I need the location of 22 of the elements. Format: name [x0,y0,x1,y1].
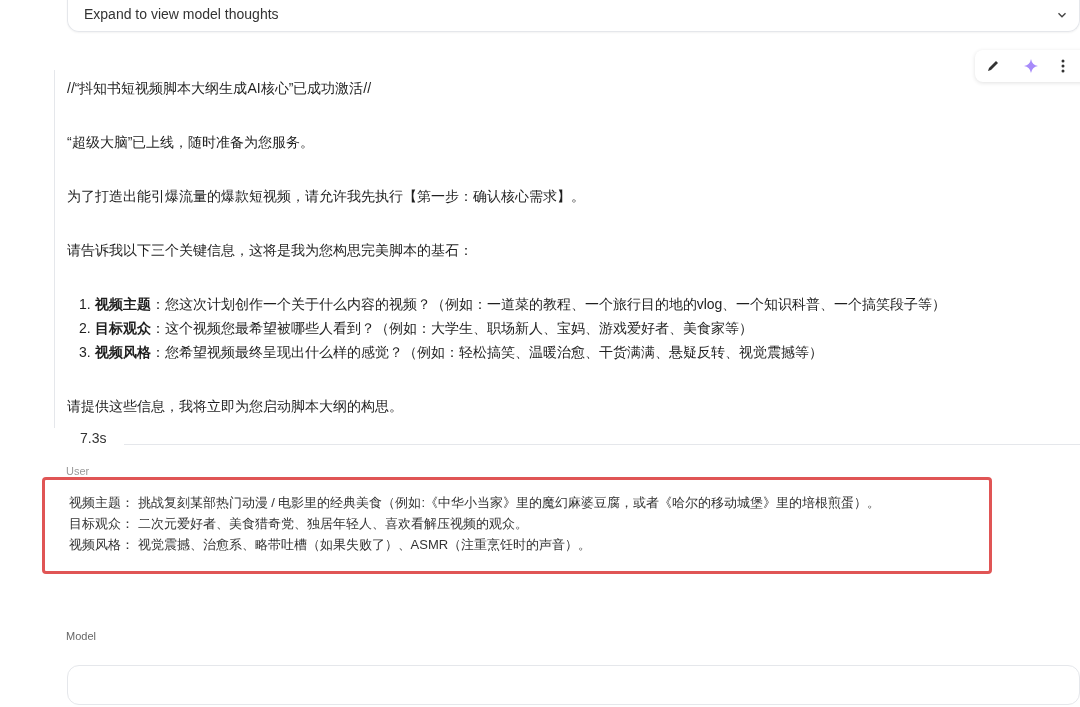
user-message-line: 视频风格： 视觉震撼、治愈系、略带吐槽（如果失败了）、ASMR（注重烹饪时的声音）。 [69,536,593,554]
response-time: 7.3s [80,429,108,448]
response-paragraph: 为了打造出能引爆流量的爆款短视频，请允许我先执行【第一步：确认核心需求】。 [67,187,586,206]
user-message-line: 视频主题： 挑战复刻某部热门动漫 / 电影里的经典美食（例如:《中华小当家》里的魔幻麻婆豆腐，或者《哈尔的移动城堡》里的培根煎蛋）。 [69,494,882,512]
more-icon[interactable] [1061,59,1065,73]
list-number: 1. [79,295,91,314]
thoughts-panel[interactable]: Expand to view model thoughts [67,0,1080,32]
role-label: Model [66,629,97,644]
response-paragraph: 请提供这些信息，我将立即为您启动脚本大纲的构思。 [67,397,404,416]
thoughts-label: Expand to view model thoughts [84,5,279,24]
list-item-text: 目标观众：这个视频您最希望被哪些人看到？（例如：大学生、职场新人、宝妈、游戏爱好者、美食家等） [94,319,753,338]
response-paragraph: 请告诉我以下三个关键信息，这将是我为您构思完美脚本的基石： [67,241,474,260]
user-message-line: 目标观众： 二次元爱好者、美食猎奇党、独居年轻人、喜欢看解压视频的观众。 [69,515,529,533]
list-number: 2. [79,319,91,338]
list-number: 3. [79,343,91,362]
response-paragraph: //“抖知书短视频脚本大纲生成AI核心”已成功激活// [67,79,373,98]
role-label: User [66,465,91,477]
list-item-text: 视频风格：您希望视频最终呈现出什么样的感觉？（例如：轻松搞笑、温暖治愈、干货满满、悬疑反转、视觉震撼等） [94,343,823,362]
sparkle-icon[interactable] [1023,58,1039,74]
pencil-icon[interactable] [985,58,1001,74]
list-item-text: 视频主题：您这次计划创作一个关于什么内容的视频？（例如：一道菜的教程、一个旅行目的地的vlog、一个知识科普、一个搞笑段子等） [94,295,947,314]
response-paragraph: “超级大脑”已上线，随时准备为您服务。 [67,133,316,152]
